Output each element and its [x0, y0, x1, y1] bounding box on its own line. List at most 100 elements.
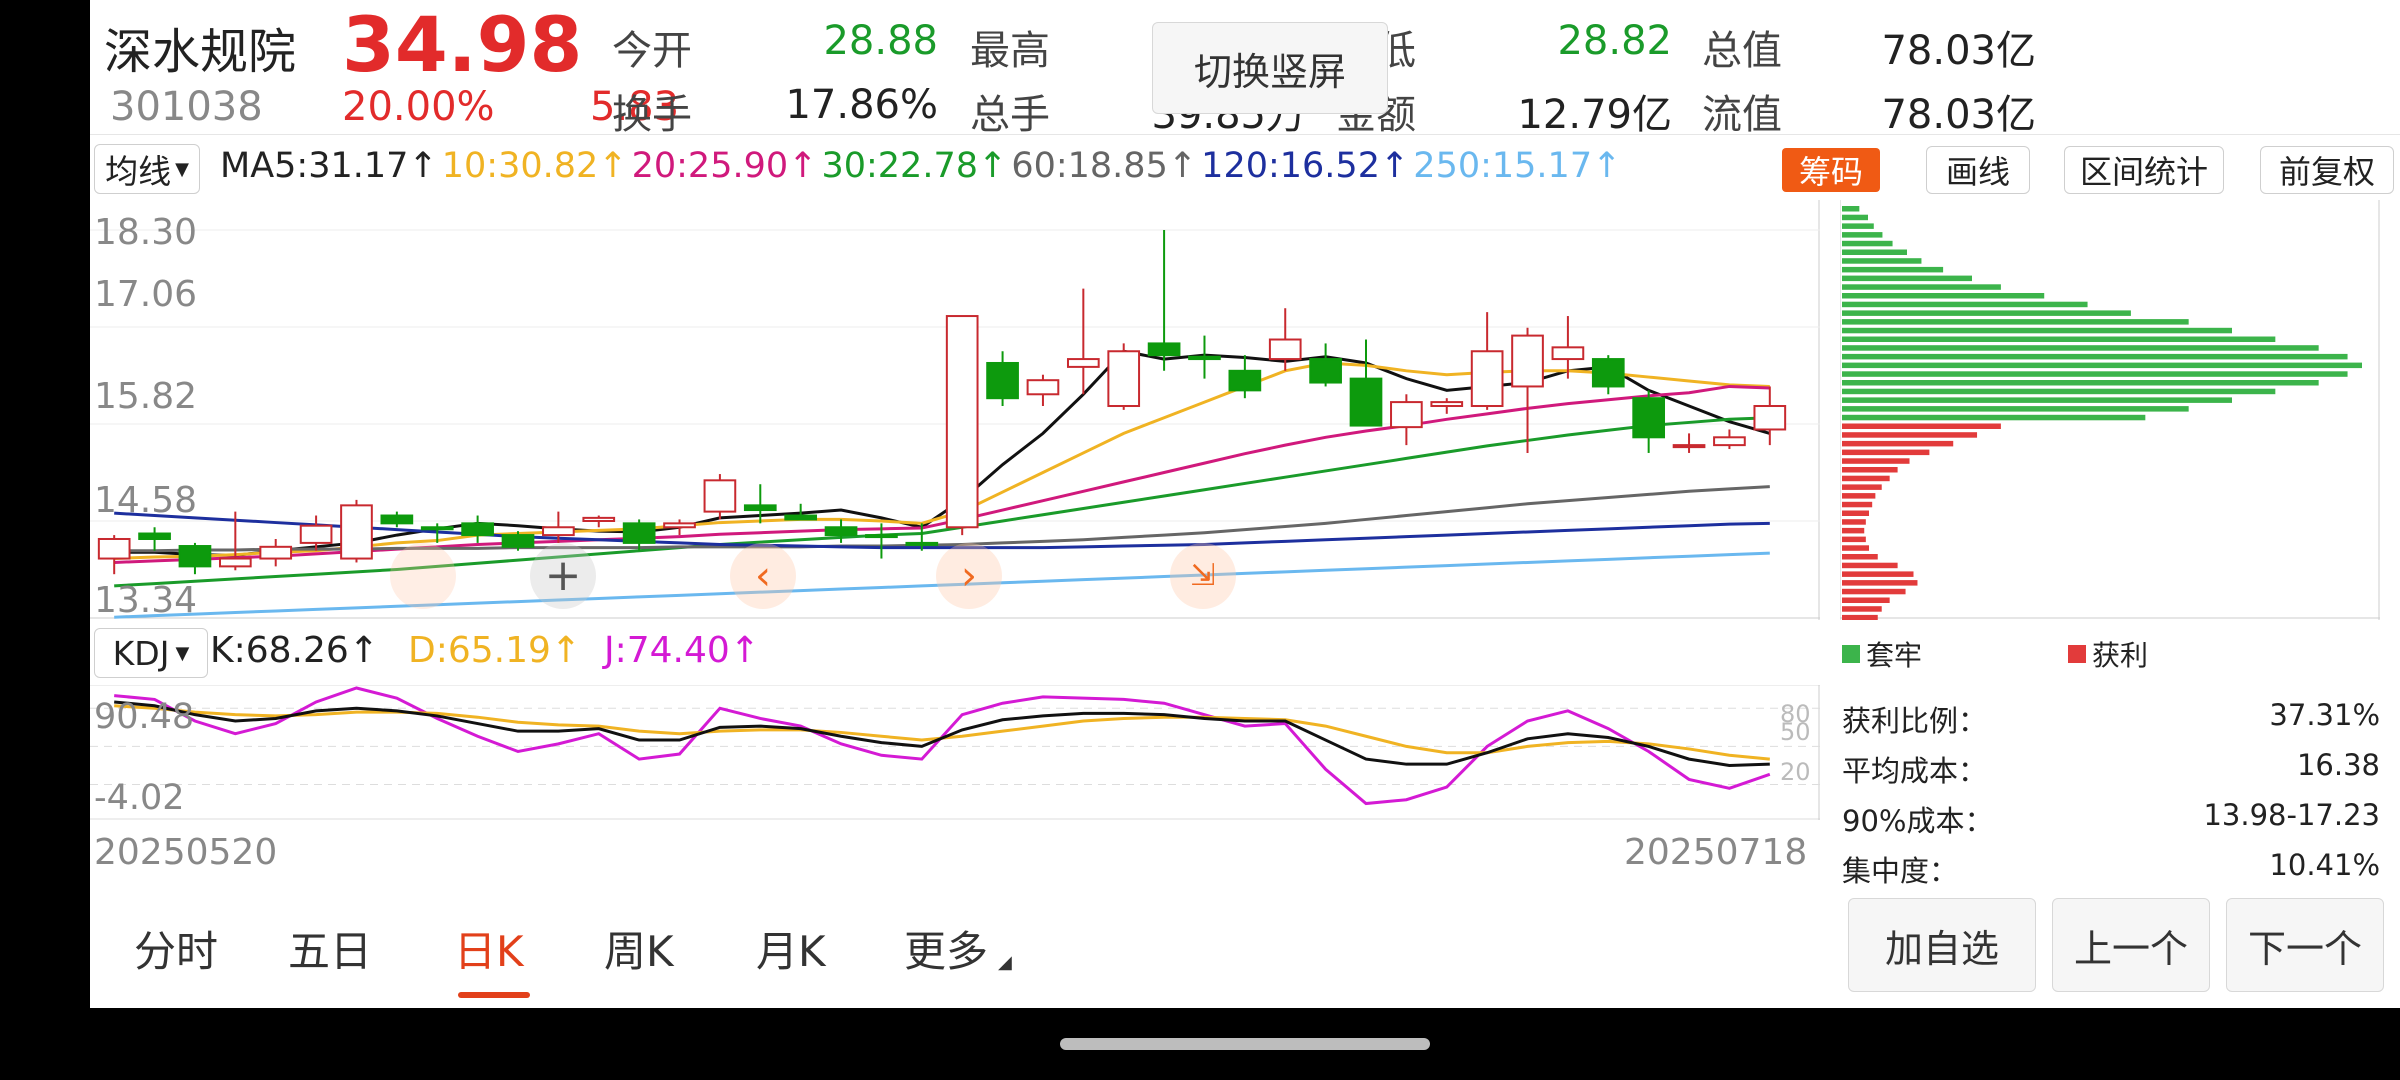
chip-bar-trapped	[1842, 275, 1972, 282]
toggle-orientation-button[interactable]: 切换竖屏	[1152, 22, 1388, 114]
tab-1[interactable]: 五日	[288, 918, 372, 979]
chip-bar-profit	[1842, 467, 1898, 473]
candle-body	[1551, 346, 1585, 361]
kdj-j-value: J:74.40↑	[604, 630, 760, 671]
quote-value: 17.86%	[785, 82, 938, 128]
price-axis-label: 17.06	[94, 274, 198, 315]
add-watchlist-button[interactable]: 加自选	[1848, 898, 2036, 992]
ma-selector[interactable]: 均线 ▼	[94, 144, 200, 194]
candle-body	[622, 522, 656, 544]
active-tab-indicator	[458, 992, 530, 998]
tab-3[interactable]: 周K	[604, 918, 674, 979]
next-stock-button[interactable]: 下一个	[2226, 898, 2384, 992]
quote-label: 今开	[612, 28, 692, 74]
kdj-k-value: K:68.26↑	[210, 630, 379, 671]
quote-label: 流值	[1702, 92, 1782, 138]
chip-bar-trapped	[1842, 388, 2276, 395]
candle-body	[824, 526, 858, 537]
candle-body	[218, 557, 252, 568]
previous-stock-button[interactable]: 上一个	[2052, 898, 2210, 992]
kdj-axis-top: 90.48	[94, 697, 195, 737]
chip-bar-trapped	[1842, 362, 2362, 369]
chips-button[interactable]: 筹码	[1782, 148, 1880, 192]
chip-bar-profit	[1842, 562, 1898, 569]
candle-body	[461, 522, 494, 537]
candle-body	[259, 545, 293, 560]
chip-bar-profit	[1842, 440, 1954, 447]
chevron-left-icon: ‹	[755, 553, 771, 599]
chevron-right-icon: ›	[961, 553, 977, 599]
chip-bar-profit	[1842, 614, 1878, 620]
candle	[1107, 343, 1141, 410]
chip-bar-profit	[1842, 449, 1930, 456]
stock-panel: 深水规院 34.98 301038 20.00% 5.83 今开28.88最高3…	[90, 0, 2400, 1008]
quote-label: 换手	[612, 92, 692, 138]
quote-value: 78.03亿	[1881, 92, 2036, 138]
candle-body	[1511, 334, 1544, 388]
kdj-level-50: 50	[1780, 718, 1811, 746]
price-axis-label: 18.30	[94, 212, 198, 253]
quote-label: 总手	[970, 92, 1050, 138]
chip-stat-label: 90%成本：	[1842, 804, 1994, 838]
chip-bar-profit	[1842, 475, 1890, 482]
chip-bar-profit	[1842, 554, 1878, 560]
chip-bar-trapped	[1842, 353, 2348, 360]
chip-bar-trapped	[1842, 214, 1868, 221]
adjust-button[interactable]: 前复权	[2260, 146, 2394, 194]
draw-line-button[interactable]: 画线	[1926, 146, 2030, 194]
kdj-chart	[90, 685, 1820, 820]
left-partial-button[interactable]	[390, 543, 456, 609]
candle-body	[1753, 405, 1787, 431]
candle-body	[178, 545, 212, 568]
legend-profit-swatch	[2068, 645, 2086, 663]
ma-selector-label: 均线	[105, 152, 172, 191]
tab-0[interactable]: 分时	[134, 918, 218, 979]
stock-name: 深水规院	[104, 24, 297, 80]
zoom-in-button[interactable]: +	[530, 543, 596, 609]
chip-bar-trapped	[1842, 319, 2189, 325]
chip-bar-profit	[1842, 484, 1882, 490]
quote-value: 78.03亿	[1881, 28, 2036, 74]
candle-body	[1349, 377, 1383, 427]
chip-stat-label: 平均成本：	[1842, 754, 1988, 788]
candle-body	[1268, 338, 1302, 361]
scroll-right-button[interactable]: ›	[936, 543, 1002, 609]
candle-body	[582, 516, 616, 523]
candle-body	[784, 514, 818, 521]
chip-stat-label: 获利比例：	[1842, 704, 1988, 738]
candle-body	[986, 361, 1019, 400]
chip-bar-trapped	[1842, 293, 2045, 299]
chip-bar-profit	[1842, 606, 1882, 612]
plus-icon: +	[544, 550, 582, 601]
stock-code: 301038	[110, 84, 263, 130]
candle-body	[663, 522, 696, 529]
tab-4[interactable]: 月K	[756, 918, 826, 979]
candle	[945, 315, 979, 536]
price-axis-label: 13.34	[94, 580, 198, 621]
gesture-bar[interactable]	[1060, 1038, 1430, 1050]
kdj-bg	[90, 685, 1820, 820]
chip-stat-label: 集中度：	[1842, 854, 1959, 888]
chip-bar-profit	[1842, 458, 1910, 464]
quote-label: 最高	[970, 28, 1050, 74]
ma-value: MA5:31.17↑	[220, 146, 438, 186]
collapse-button[interactable]: ⇲	[1170, 543, 1236, 609]
candle	[501, 531, 535, 551]
kdj-d-value: D:65.19↑	[408, 630, 582, 671]
candle-body	[1228, 369, 1262, 392]
quote-label: 总值	[1702, 28, 1782, 74]
ma-value: 30:22.78↑	[821, 146, 1008, 186]
scroll-left-button[interactable]: ‹	[730, 543, 796, 609]
tab-5[interactable]: 更多	[904, 918, 988, 979]
ma-value: 250:15.17↑	[1413, 146, 1622, 186]
kdj-selector[interactable]: KDJ ▼	[94, 628, 208, 678]
chip-bar-trapped	[1842, 284, 2001, 290]
tab-2[interactable]: 日K	[454, 918, 524, 979]
candle-body	[340, 504, 373, 560]
chip-bar-trapped	[1842, 336, 2276, 342]
candle-body	[138, 532, 171, 540]
candle-body	[1107, 350, 1141, 408]
chip-bar-trapped	[1842, 258, 1922, 264]
range-stats-button[interactable]: 区间统计	[2064, 146, 2224, 194]
chip-bar-profit	[1842, 432, 1978, 438]
